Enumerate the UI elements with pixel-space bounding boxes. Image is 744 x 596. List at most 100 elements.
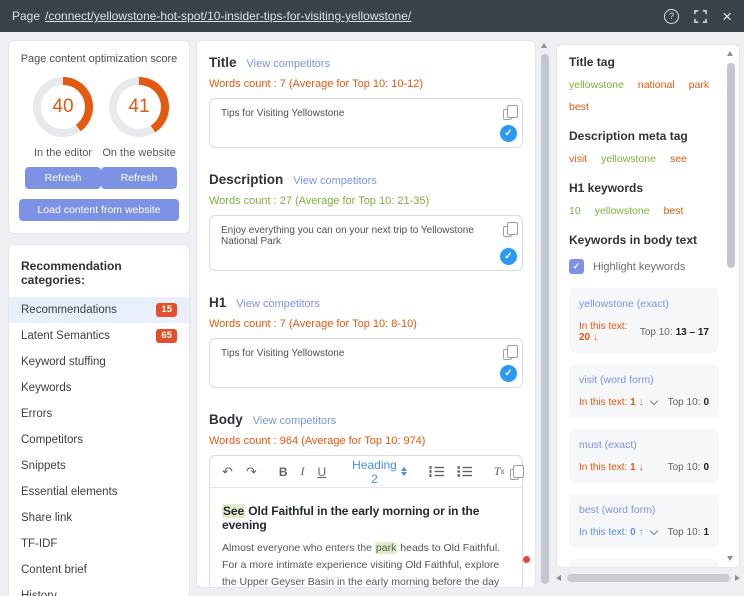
category-item-recommendations[interactable]: Recommendations 15 [9,297,189,323]
trend-arrow-icon: ↓ [638,462,643,473]
notification-dot [523,556,530,563]
dialog-body: Page content optimization score 40 In th… [0,32,744,596]
copy-icon[interactable] [516,464,520,480]
scrollbar-left-arrow[interactable] [556,575,561,581]
keyword-chip: best [569,101,589,113]
category-item-share-link[interactable]: Share link [9,505,189,531]
website-score-value: 41 [117,85,161,129]
description-input-value: Enjoy everything you can on your next tr… [221,225,474,247]
copy-icon[interactable] [503,109,512,120]
expander-icon[interactable] [651,531,657,534]
keyword-chip: 10 [569,205,581,217]
body-rich-text-editor: B I U Heading 2 [209,455,523,588]
italic-icon[interactable]: I [298,462,306,481]
bold-icon[interactable]: B [277,463,290,481]
keyword-chip: national [638,79,675,91]
editor-score-gauge: 40 [33,77,93,137]
body-view-competitors-link[interactable]: View competitors [253,415,337,427]
scrollbar-thumb[interactable] [541,54,549,584]
clear-formatting-icon[interactable]: Tx [492,462,507,481]
category-item-competitors[interactable]: Competitors [9,427,189,453]
keyword-card-best: best (word form) In this text: 0 ↑ Top 1… [569,494,719,548]
scrollbar-right-arrow[interactable] [735,575,740,581]
dialog-titlebar: Page /connect/yellowstone-hot-spot/10-in… [0,0,744,32]
heading-style-dropdown[interactable]: Heading 2 [350,456,409,488]
scrollbar-down-arrow[interactable] [727,556,733,561]
keyword-chip: see [670,153,687,165]
scrollbar-thumb[interactable] [567,574,730,582]
refresh-editor-button[interactable]: Refresh [25,167,101,189]
close-icon[interactable]: × [722,8,732,25]
h1-input[interactable]: Tips for Visiting Yellowstone [209,338,523,388]
keyword-card-must: must (exact) In this text: 1 ↓ Top 10:0 [569,429,719,483]
undo-icon[interactable] [220,462,235,482]
description-section: Description View competitors Words count… [209,172,523,271]
h1-section-heading: H1 [209,295,226,310]
body-section: Body View competitors Words count : 964 … [209,412,523,588]
editor-toolbar: B I U Heading 2 [210,456,522,488]
expander-icon[interactable] [651,401,657,404]
body-h2: See Old Faithful in the early morning or… [222,504,510,532]
title-tag-keywords: yellowstone national park best [569,79,719,113]
category-item-content-brief[interactable]: Content brief [9,557,189,583]
copy-icon[interactable] [503,226,512,237]
score-card: Page content optimization score 40 In th… [8,40,190,234]
body-words-count: Words count : 964 (Average for Top 10: 9… [209,435,523,447]
category-item-keyword-stuffing[interactable]: Keyword stuffing [9,349,189,375]
keywords-panel-hscrollbar [556,572,740,584]
h1-words-count: Words count : 7 (Average for Top 10: 8-1… [209,318,523,330]
category-item-snippets[interactable]: Snippets [9,453,189,479]
title-input-value: Tips for Visiting Yellowstone [221,108,344,119]
h1-keywords: 10 yellowstone best [569,205,719,217]
keyword-card-yellowstone: yellowstone (exact) In this text: 20 ↓ T… [569,288,719,353]
keyword-chip: visit [569,153,587,165]
description-view-competitors-link[interactable]: View competitors [293,175,377,187]
category-item-errors[interactable]: Errors [9,401,189,427]
copy-icon[interactable] [503,349,512,360]
load-content-button[interactable]: Load content from website [19,199,179,221]
check-icon [500,248,517,265]
description-words-count: Words count : 27 (Average for Top 10: 21… [209,195,523,207]
h1-keywords-header: H1 keywords [569,181,719,195]
title-section-heading: Title [209,55,237,70]
redo-icon[interactable] [244,462,259,482]
keywords-panel-scrollbar [726,49,736,563]
highlight-keywords-label: Highlight keywords [593,261,685,273]
keyword-card-visit: visit (word form) In this text: 1 ↓ Top … [569,364,719,418]
title-section: Title View competitors Words count : 7 (… [209,55,523,148]
bullet-list-icon[interactable] [455,463,474,480]
editor-score-label: In the editor [34,147,92,159]
help-icon[interactable]: ? [664,9,679,24]
keyword-chip: park [689,79,709,91]
underline-icon[interactable]: U [315,463,328,481]
scrollbar-up-arrow[interactable] [541,43,547,48]
h1-view-competitors-link[interactable]: View competitors [236,298,320,310]
category-item-history[interactable]: History [9,583,189,596]
category-item-latent-semantics[interactable]: Latent Semantics 65 [9,323,189,349]
left-sidebar: Page content optimization score 40 In th… [8,40,190,596]
highlight-keywords-checkbox[interactable] [569,259,584,274]
category-item-essential-elements[interactable]: Essential elements [9,479,189,505]
scrollbar-up-arrow[interactable] [727,51,733,56]
page-url-link[interactable]: /connect/yellowstone-hot-spot/10-insider… [45,9,411,23]
editor-score-value: 40 [41,85,85,129]
editor-content[interactable]: See Old Faithful in the early morning or… [210,488,522,588]
trend-arrow-icon: ↑ [638,527,643,538]
category-item-tf-idf[interactable]: TF-IDF [9,531,189,557]
count-badge: 15 [156,303,177,317]
count-badge: 65 [156,329,177,343]
refresh-website-button[interactable]: Refresh [101,167,177,189]
editor-score-block: 40 In the editor Refresh [25,77,101,189]
title-view-competitors-link[interactable]: View competitors [247,58,331,70]
ordered-list-icon[interactable] [427,463,446,480]
scrollbar-thumb[interactable] [727,63,735,268]
editor-scrollbar [540,40,550,588]
category-item-keywords[interactable]: Keywords [9,375,189,401]
title-tag-header: Title tag [569,55,719,69]
title-input[interactable]: Tips for Visiting Yellowstone [209,98,523,148]
dropdown-arrows-icon [401,467,407,476]
fullscreen-icon[interactable] [694,10,707,23]
body-keywords-header: Keywords in body text [569,233,719,247]
description-input[interactable]: Enjoy everything you can on your next tr… [209,215,523,271]
keywords-panel: Title tag yellowstone national park best… [556,44,740,568]
